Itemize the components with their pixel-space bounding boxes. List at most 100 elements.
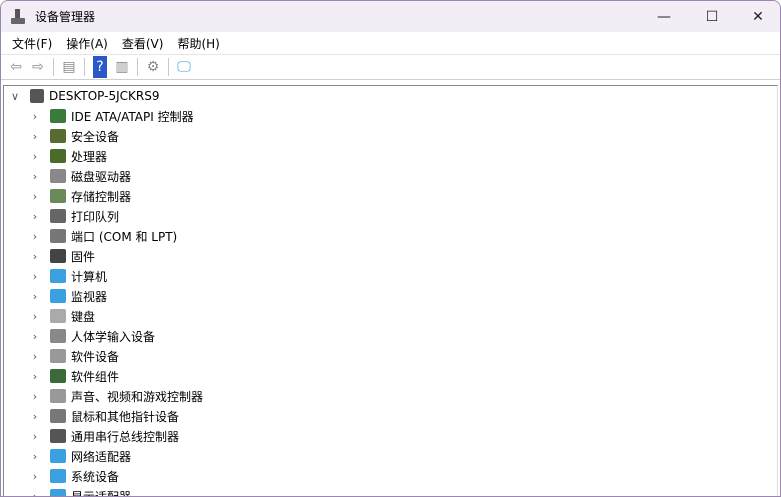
tree-item[interactable]: › 打印队列 bbox=[4, 206, 777, 226]
chevron-right-icon[interactable]: › bbox=[28, 270, 42, 283]
menu-file[interactable]: 文件(F) bbox=[5, 35, 59, 52]
chevron-right-icon[interactable]: › bbox=[28, 390, 42, 403]
chevron-right-icon[interactable]: › bbox=[28, 450, 42, 463]
tree-item-label: 打印队列 bbox=[71, 209, 120, 224]
window-title: 设备管理器 bbox=[35, 10, 96, 24]
tree-item[interactable]: › 显示适配器 bbox=[4, 486, 777, 497]
title-bar: 设备管理器 — ☐ ✕ bbox=[1, 1, 780, 32]
menu-action[interactable]: 操作(A) bbox=[59, 35, 115, 52]
chevron-right-icon[interactable]: › bbox=[28, 130, 42, 143]
tree-item-label: 键盘 bbox=[71, 309, 96, 324]
device-category-icon bbox=[50, 229, 66, 243]
tree-item-label: 计算机 bbox=[71, 269, 108, 284]
tree-item-label: 人体学输入设备 bbox=[71, 329, 156, 344]
chevron-right-icon[interactable]: › bbox=[28, 290, 42, 303]
tree-item-label: 软件设备 bbox=[71, 349, 120, 364]
properties-button[interactable]: ▥ bbox=[111, 56, 133, 78]
scan-hardware-button[interactable]: 🖵 bbox=[173, 56, 195, 78]
device-category-icon bbox=[50, 329, 66, 343]
device-category-icon bbox=[50, 289, 66, 303]
tree-root[interactable]: ∨ DESKTOP-5JCKRS9 bbox=[4, 86, 777, 106]
chevron-right-icon[interactable]: › bbox=[28, 370, 42, 383]
minimize-button[interactable]: — bbox=[641, 1, 687, 32]
tree-item[interactable]: › 系统设备 bbox=[4, 466, 777, 486]
tree-item-label: 鼠标和其他指针设备 bbox=[71, 409, 180, 424]
toolbar-separator bbox=[84, 58, 85, 76]
tree-item[interactable]: › 计算机 bbox=[4, 266, 777, 286]
tree-item[interactable]: › 鼠标和其他指针设备 bbox=[4, 406, 777, 426]
tree-item-label: IDE ATA/ATAPI 控制器 bbox=[71, 109, 194, 124]
device-category-icon bbox=[50, 149, 66, 163]
help-button[interactable]: ? bbox=[93, 56, 107, 78]
tree-item-label: 网络适配器 bbox=[71, 449, 132, 464]
chevron-right-icon[interactable]: › bbox=[28, 470, 42, 483]
tree-item-label: 磁盘驱动器 bbox=[71, 169, 132, 184]
device-manager-icon bbox=[11, 8, 27, 25]
chevron-right-icon[interactable]: › bbox=[28, 430, 42, 443]
update-driver-button[interactable]: ⚙ bbox=[142, 56, 164, 78]
device-category-icon bbox=[50, 269, 66, 283]
tree-item[interactable]: › 通用串行总线控制器 bbox=[4, 426, 777, 446]
tree-item-label: 通用串行总线控制器 bbox=[71, 429, 180, 444]
chevron-right-icon[interactable]: › bbox=[28, 410, 42, 423]
chevron-right-icon[interactable]: › bbox=[28, 190, 42, 203]
chevron-right-icon[interactable]: › bbox=[28, 490, 42, 497]
device-category-icon bbox=[50, 489, 66, 496]
menu-view[interactable]: 查看(V) bbox=[115, 35, 171, 52]
tree-item[interactable]: › 监视器 bbox=[4, 286, 777, 306]
show-hide-console-tree-button[interactable]: ▤ bbox=[58, 56, 80, 78]
tree-item[interactable]: › 端口 (COM 和 LPT) bbox=[4, 226, 777, 246]
tree-item-label: 存储控制器 bbox=[71, 189, 132, 204]
chevron-right-icon[interactable]: › bbox=[28, 110, 42, 123]
device-category-icon bbox=[50, 309, 66, 323]
tree-item[interactable]: › 安全设备 bbox=[4, 126, 777, 146]
device-category-icon bbox=[50, 209, 66, 223]
chevron-right-icon[interactable]: › bbox=[28, 330, 42, 343]
tree-item-label: 显示适配器 bbox=[71, 489, 132, 497]
tree-item-label: 软件组件 bbox=[71, 369, 120, 384]
computer-icon bbox=[30, 89, 44, 103]
chevron-right-icon[interactable]: › bbox=[28, 150, 42, 163]
toolbar-separator bbox=[168, 58, 169, 76]
device-category-icon bbox=[50, 109, 66, 123]
device-category-icon bbox=[50, 189, 66, 203]
device-category-icon bbox=[50, 449, 66, 463]
device-category-icon bbox=[50, 129, 66, 143]
tree-item[interactable]: › 磁盘驱动器 bbox=[4, 166, 777, 186]
close-button[interactable]: ✕ bbox=[735, 1, 780, 32]
tree-item[interactable]: › 声音、视频和游戏控制器 bbox=[4, 386, 777, 406]
tree-item[interactable]: › 软件组件 bbox=[4, 366, 777, 386]
tree-item[interactable]: › 固件 bbox=[4, 246, 777, 266]
toolbar-separator bbox=[53, 58, 54, 76]
forward-button[interactable]: ⇨ bbox=[27, 56, 49, 78]
tree-item-label: 处理器 bbox=[71, 149, 108, 164]
tree-item[interactable]: › 网络适配器 bbox=[4, 446, 777, 466]
device-category-icon bbox=[50, 389, 66, 403]
tree-item-label: 监视器 bbox=[71, 289, 108, 304]
menu-help[interactable]: 帮助(H) bbox=[170, 35, 226, 52]
tree-item-label: 固件 bbox=[71, 249, 96, 264]
tree-item[interactable]: › 软件设备 bbox=[4, 346, 777, 366]
maximize-button[interactable]: ☐ bbox=[689, 1, 735, 32]
chevron-right-icon[interactable]: › bbox=[28, 250, 42, 263]
tree-item[interactable]: › 键盘 bbox=[4, 306, 777, 326]
device-category-icon bbox=[50, 369, 66, 383]
tree-item[interactable]: › 处理器 bbox=[4, 146, 777, 166]
chevron-down-icon[interactable]: ∨ bbox=[8, 90, 22, 103]
chevron-right-icon[interactable]: › bbox=[28, 170, 42, 183]
back-button[interactable]: ⇦ bbox=[5, 56, 27, 78]
tree-item-label: 端口 (COM 和 LPT) bbox=[71, 229, 178, 244]
device-manager-window: 设备管理器 — ☐ ✕ 文件(F) 操作(A) 查看(V) 帮助(H) ⇦ ⇨ ▤?… bbox=[0, 0, 781, 497]
tree-item-label: 安全设备 bbox=[71, 129, 120, 144]
device-category-icon bbox=[50, 169, 66, 183]
chevron-right-icon[interactable]: › bbox=[28, 310, 42, 323]
tree-item[interactable]: › IDE ATA/ATAPI 控制器 bbox=[4, 106, 777, 126]
chevron-right-icon[interactable]: › bbox=[28, 230, 42, 243]
device-category-icon bbox=[50, 469, 66, 483]
chevron-right-icon[interactable]: › bbox=[28, 350, 42, 363]
tree-item[interactable]: › 人体学输入设备 bbox=[4, 326, 777, 346]
toolbar: ⇦ ⇨ ▤? ▥ ⚙ 🖵 bbox=[1, 54, 780, 80]
chevron-right-icon[interactable]: › bbox=[28, 210, 42, 223]
device-category-icon bbox=[50, 349, 66, 363]
tree-item[interactable]: › 存储控制器 bbox=[4, 186, 777, 206]
